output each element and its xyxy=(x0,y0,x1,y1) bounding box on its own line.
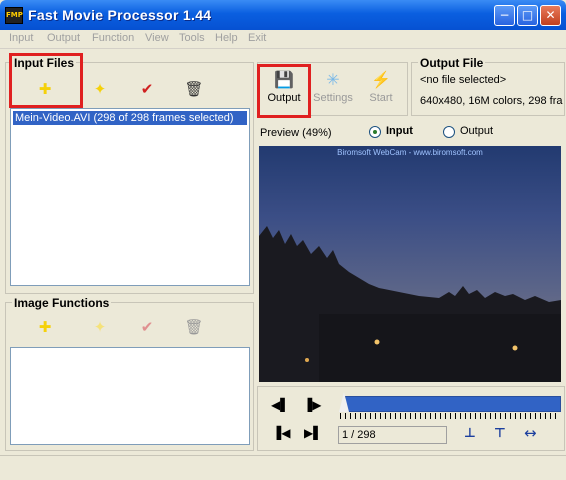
highlight-output xyxy=(257,64,311,118)
seek-ticks xyxy=(340,413,560,419)
import-function-icon[interactable]: ✦ xyxy=(90,317,110,337)
start-button[interactable]: ⚡ Start xyxy=(357,68,405,112)
expand-icon[interactable]: ↔ xyxy=(524,424,537,442)
add-function-icon[interactable]: ✚ xyxy=(35,317,55,337)
trash-icon[interactable]: 🗑 xyxy=(184,79,204,99)
check-function-icon[interactable]: ✔ xyxy=(137,317,157,337)
seek-fill xyxy=(346,397,560,411)
lightning-icon: ⚡ xyxy=(371,72,391,89)
input-file-list[interactable]: Mein-Video.AVI (298 of 298 frames select… xyxy=(10,108,250,286)
app-window: FMP Fast Movie Processor 1.44 − □ ✕ Inpu… xyxy=(0,0,566,480)
settings-button-label: Settings xyxy=(313,92,353,104)
mark-in-button[interactable]: ⊥ xyxy=(464,426,476,441)
highlight-add-file xyxy=(9,53,83,108)
prev-frame-button[interactable]: ◀▌ xyxy=(271,398,289,412)
minimize-button[interactable]: − xyxy=(494,5,515,26)
image-functions-title: Image Functions xyxy=(12,296,112,310)
preview-output-radio[interactable] xyxy=(443,126,455,138)
menu-view[interactable]: View xyxy=(145,32,169,44)
settings-icon: ✳ xyxy=(326,72,340,89)
first-frame-button[interactable]: ▐◀ xyxy=(272,426,290,440)
mark-out-button[interactable]: ⊤ xyxy=(494,426,506,441)
window-title: Fast Movie Processor 1.44 xyxy=(28,7,212,23)
video-preview: Biromsoft WebCam - www.biromsoft.com xyxy=(259,146,561,382)
output-file-name: <no file selected> xyxy=(420,74,507,86)
menu-tools[interactable]: Tools xyxy=(179,32,205,44)
menu-output[interactable]: Output xyxy=(47,32,80,44)
start-button-label: Start xyxy=(369,92,393,104)
title-bar[interactable]: FMP Fast Movie Processor 1.44 − □ ✕ xyxy=(0,0,566,30)
output-file-group xyxy=(411,62,565,116)
frame-counter: 1 / 298 xyxy=(338,426,447,444)
seek-handle[interactable] xyxy=(339,392,349,412)
next-frame-button[interactable]: ▐▶ xyxy=(303,398,321,412)
preview-input-radio[interactable] xyxy=(369,126,381,138)
import-icon[interactable]: ✦ xyxy=(90,79,110,99)
close-button[interactable]: ✕ xyxy=(540,5,561,26)
output-file-title: Output File xyxy=(418,56,486,70)
checklist-icon[interactable]: ✔ xyxy=(137,79,157,99)
settings-button[interactable]: ✳ Settings xyxy=(309,68,357,112)
last-frame-button[interactable]: ▶▌ xyxy=(304,426,322,440)
delete-function-icon[interactable]: 🗑 xyxy=(184,317,204,337)
preview-output-label[interactable]: Output xyxy=(460,125,493,137)
maximize-button[interactable]: □ xyxy=(517,5,538,26)
menu-bar: Input Output Function View Tools Help Ex… xyxy=(0,30,566,49)
list-item[interactable]: Mein-Video.AVI (298 of 298 frames select… xyxy=(13,111,247,125)
menu-exit[interactable]: Exit xyxy=(248,32,266,44)
status-bar xyxy=(0,455,566,480)
menu-input[interactable]: Input xyxy=(9,32,33,44)
app-icon: FMP xyxy=(5,7,23,24)
menu-help[interactable]: Help xyxy=(215,32,238,44)
preview-input-label[interactable]: Input xyxy=(386,125,413,137)
night-scene xyxy=(259,226,561,382)
menu-function[interactable]: Function xyxy=(92,32,134,44)
image-function-list[interactable] xyxy=(10,347,250,445)
output-file-info: 640x480, 16M colors, 298 fram xyxy=(420,95,563,107)
seek-bar[interactable] xyxy=(345,396,561,412)
preview-label: Preview (49%) xyxy=(260,127,332,139)
